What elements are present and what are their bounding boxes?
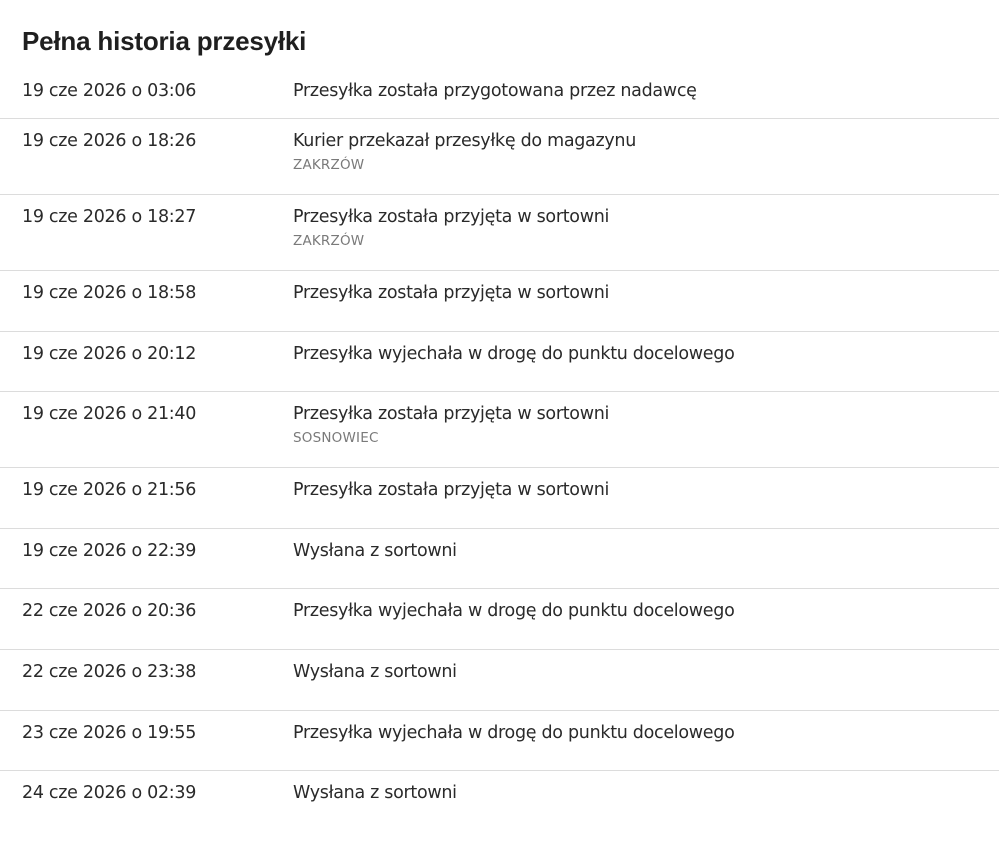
event-date: 19 cze 2026 o 22:39 (22, 540, 197, 561)
event-date: 19 cze 2026 o 20:12 (22, 343, 197, 364)
event-date: 22 cze 2026 o 20:36 (22, 601, 197, 622)
event-description: Przesyłka została przyjęta w sortowni (293, 480, 610, 501)
event-info: Przesyłka wyjechała w drogę do punktu do… (293, 342, 999, 366)
history-row: 19 cze 2026 o 21:40 Przesyłka została pr… (0, 392, 999, 469)
event-description: Przesyłka wyjechała w drogę do punktu do… (293, 343, 735, 364)
event-info: Przesyłka została przyjęta w sortowni (293, 478, 999, 502)
event-date: 23 cze 2026 o 19:55 (22, 722, 197, 743)
history-row: 19 cze 2026 o 03:06 Przesyłka została pr… (0, 69, 999, 119)
event-description: Wysłana z sortowni (293, 661, 457, 682)
event-description: Przesyłka wyjechała w drogę do punktu do… (293, 601, 735, 622)
history-row: 19 cze 2026 o 22:39 Wysłana z sortowni (0, 529, 999, 590)
event-location: ZAKRZÓW (293, 157, 365, 173)
event-location: SOSNOWIEC (293, 430, 379, 447)
event-description: Przesyłka została przyjęta w sortowni (293, 207, 610, 227)
event-info: Przesyłka wyjechała w drogę do punktu do… (293, 599, 999, 623)
event-info: Wysłana z sortowni (293, 660, 999, 684)
history-row: 19 cze 2026 o 18:27 Przesyłka została pr… (0, 195, 999, 271)
history-row: 19 cze 2026 o 21:56 Przesyłka została pr… (0, 468, 999, 529)
history-row: 24 cze 2026 o 02:39 Wysłana z sortowni (0, 771, 999, 832)
history-row: 22 cze 2026 o 23:38 Wysłana z sortowni (0, 650, 999, 711)
event-description: Wysłana z sortowni (293, 783, 457, 804)
event-description: Przesyłka wyjechała w drogę do punktu do… (293, 722, 735, 743)
event-info: Wysłana z sortowni (293, 539, 999, 563)
event-date: 19 cze 2026 o 18:58 (22, 283, 197, 303)
event-date: 19 cze 2026 o 18:26 (22, 131, 197, 151)
event-info: Przesyłka została przyjęta w sortowni ZA… (293, 205, 999, 250)
event-info: Przesyłka została przyjęta w sortowni (293, 281, 999, 305)
shipment-history-panel: Pełna historia przesyłki 19 cze 2026 o 0… (0, 0, 999, 858)
event-date: 19 cze 2026 o 18:27 (22, 207, 197, 227)
event-date: 22 cze 2026 o 23:38 (22, 661, 197, 682)
event-location: ZAKRZÓW (293, 233, 365, 249)
event-info: Wysłana z sortowni (293, 781, 999, 805)
event-date: 19 cze 2026 o 21:56 (22, 480, 197, 501)
event-description: Kurier przekazał przesyłkę do magazynu (293, 131, 637, 151)
page-title: Pełna historia przesyłki (22, 26, 307, 56)
event-info: Kurier przekazał przesyłkę do magazynu Z… (293, 129, 999, 174)
history-row: 22 cze 2026 o 20:36 Przesyłka wyjechała … (0, 589, 999, 650)
history-row: 19 cze 2026 o 18:58 Przesyłka została pr… (0, 271, 999, 332)
event-description: Wysłana z sortowni (293, 540, 457, 561)
event-description: Przesyłka została przyjęta w sortowni (293, 404, 610, 425)
event-info: Przesyłka została przyjęta w sortowni SO… (293, 402, 999, 447)
history-row: 19 cze 2026 o 18:26 Kurier przekazał prz… (0, 119, 999, 195)
event-info: Przesyłka wyjechała w drogę do punktu do… (293, 721, 999, 745)
history-row: 19 cze 2026 o 20:12 Przesyłka wyjechała … (0, 332, 999, 393)
event-date: 19 cze 2026 o 03:06 (22, 81, 197, 101)
event-date: 24 cze 2026 o 02:39 (22, 783, 197, 804)
event-info: Przesyłka została przygotowana przez nad… (293, 79, 999, 103)
history-row: 23 cze 2026 o 19:55 Przesyłka wyjechała … (0, 711, 999, 772)
event-description: Przesyłka została przyjęta w sortowni (293, 283, 610, 303)
tracking-history-list: 19 cze 2026 o 03:06 Przesyłka została pr… (0, 69, 999, 832)
event-description: Przesyłka została przygotowana przez nad… (293, 81, 697, 101)
event-date: 19 cze 2026 o 21:40 (22, 404, 197, 425)
